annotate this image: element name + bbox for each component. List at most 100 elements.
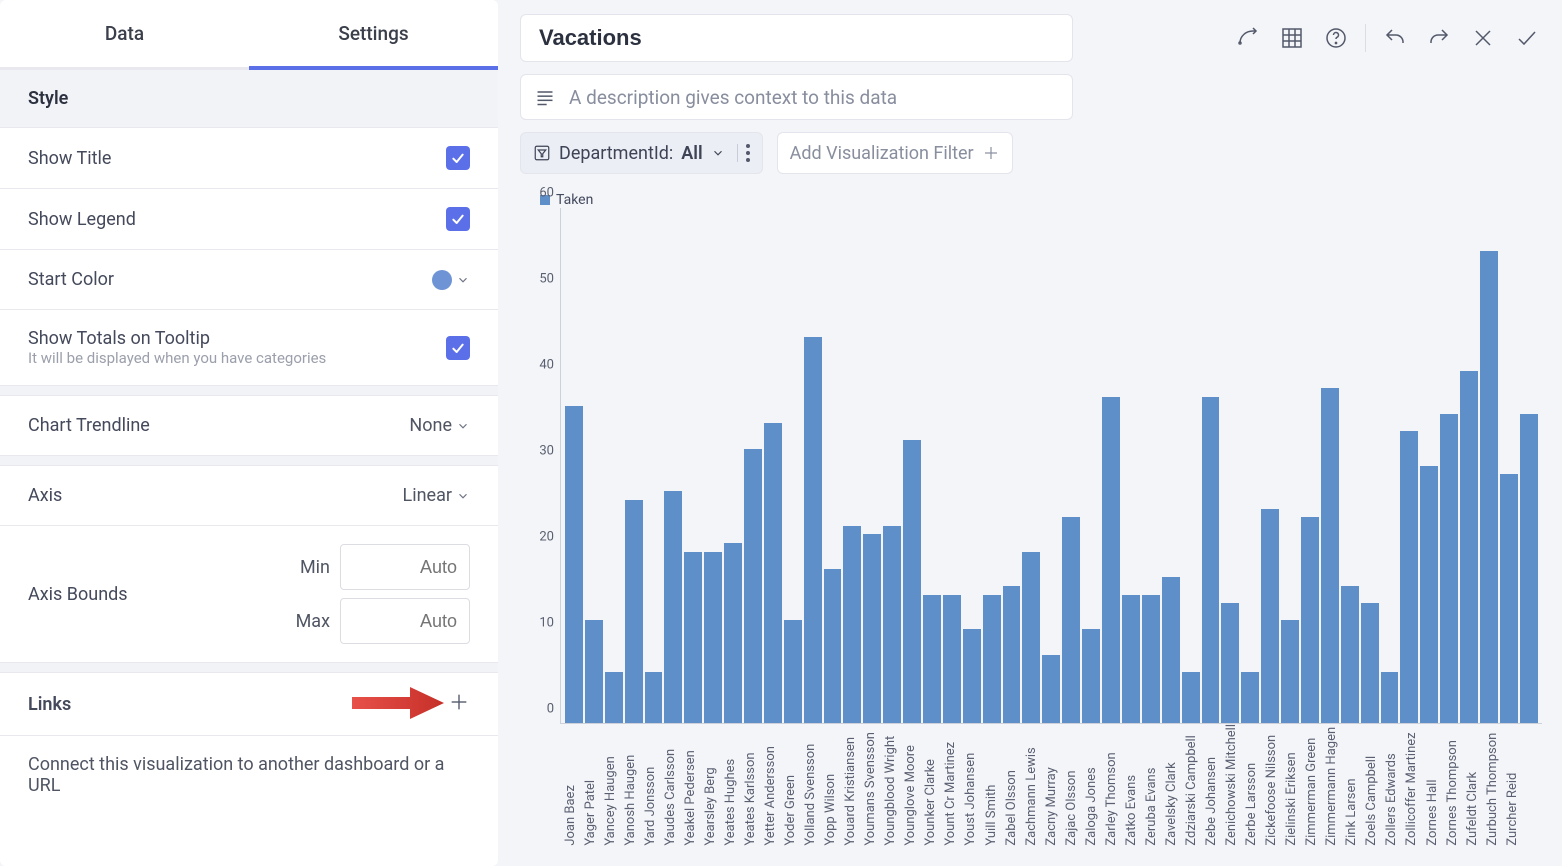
- title-input[interactable]: [520, 14, 1073, 62]
- bar[interactable]: [744, 449, 762, 724]
- filter-pill-department[interactable]: DepartmentId: All: [520, 132, 763, 174]
- x-tick-label: Youard Kristiansen: [843, 724, 858, 852]
- bar[interactable]: [1400, 431, 1418, 723]
- shape-icon[interactable]: [1233, 23, 1263, 53]
- bar[interactable]: [724, 543, 742, 723]
- bar[interactable]: [824, 569, 842, 724]
- more-icon[interactable]: [737, 144, 750, 162]
- plot-area: [560, 208, 1542, 724]
- bar[interactable]: [784, 620, 802, 723]
- settings-sidebar: Data Settings Style Show Title Show Lege…: [0, 0, 498, 866]
- bar[interactable]: [664, 491, 682, 723]
- section-links: Links: [28, 694, 71, 715]
- bar[interactable]: [764, 423, 782, 724]
- help-icon[interactable]: [1321, 23, 1351, 53]
- filter-icon: [533, 144, 551, 162]
- x-tick-label: Zachmann Lewis: [1024, 724, 1039, 852]
- tab-data[interactable]: Data: [0, 0, 249, 70]
- bar[interactable]: [565, 406, 583, 724]
- x-tick-label: Younker Clarke: [923, 724, 938, 852]
- links-help-text: Connect this visualization to another da…: [0, 735, 498, 814]
- bar[interactable]: [1003, 586, 1021, 723]
- x-tick-label: Zimmerman Green: [1304, 724, 1319, 852]
- bar[interactable]: [1440, 414, 1458, 723]
- bar[interactable]: [1142, 595, 1160, 724]
- x-tick-label: Zdziarski Campbell: [1184, 724, 1199, 852]
- min-input[interactable]: [340, 544, 470, 590]
- show-title-toggle[interactable]: [446, 146, 470, 170]
- bar[interactable]: [923, 595, 941, 724]
- x-tick-label: Zajac Olsson: [1064, 724, 1079, 852]
- x-tick-label: Zabel Olsson: [1004, 724, 1019, 852]
- bar[interactable]: [1062, 517, 1080, 723]
- bar[interactable]: [1042, 655, 1060, 724]
- redo-button[interactable]: [1424, 23, 1454, 53]
- x-tick-label: Zerbe Larsson: [1244, 724, 1259, 852]
- chevron-down-icon: [456, 489, 470, 503]
- tab-settings[interactable]: Settings: [249, 0, 498, 70]
- axis-dropdown[interactable]: Linear: [403, 485, 470, 506]
- x-tick-label: Zollers Edwards: [1384, 724, 1399, 852]
- x-tick-label: Youst Johansen: [963, 724, 978, 852]
- bar[interactable]: [1361, 603, 1379, 723]
- bar[interactable]: [804, 337, 822, 723]
- bar[interactable]: [1500, 474, 1518, 723]
- undo-button[interactable]: [1380, 23, 1410, 53]
- bar[interactable]: [1022, 552, 1040, 724]
- bar[interactable]: [1460, 371, 1478, 723]
- start-color-picker[interactable]: [432, 270, 470, 290]
- bar[interactable]: [1420, 466, 1438, 724]
- bar[interactable]: [684, 552, 702, 724]
- x-tick-label: Yeates Karlsson: [743, 724, 758, 852]
- x-tick-label: Zufeldt Clark: [1465, 724, 1480, 852]
- show-legend-toggle[interactable]: [446, 207, 470, 231]
- confirm-button[interactable]: [1512, 23, 1542, 53]
- x-tick-label: Yancey Haugen: [603, 724, 618, 852]
- bar[interactable]: [1241, 672, 1259, 724]
- bar[interactable]: [1261, 509, 1279, 724]
- bar[interactable]: [1182, 672, 1200, 724]
- bar[interactable]: [605, 672, 623, 724]
- bar[interactable]: [943, 595, 961, 724]
- close-button[interactable]: [1468, 23, 1498, 53]
- paragraph-icon: [535, 87, 555, 107]
- bar[interactable]: [1480, 251, 1498, 723]
- show-totals-toggle[interactable]: [446, 336, 470, 360]
- bar[interactable]: [1162, 577, 1180, 723]
- bar[interactable]: [843, 526, 861, 724]
- start-color-label: Start Color: [28, 269, 114, 290]
- bar[interactable]: [883, 526, 901, 724]
- grid-icon[interactable]: [1277, 23, 1307, 53]
- bar[interactable]: [1102, 397, 1120, 723]
- bar[interactable]: [1122, 595, 1140, 724]
- bar[interactable]: [1202, 397, 1220, 723]
- bar[interactable]: [963, 629, 981, 723]
- bar[interactable]: [1341, 586, 1359, 723]
- x-tick-label: Younglove Moore: [903, 724, 918, 852]
- bar[interactable]: [625, 500, 643, 723]
- max-input[interactable]: [340, 598, 470, 644]
- show-totals-sublabel: It will be displayed when you have categ…: [28, 349, 326, 367]
- bar[interactable]: [645, 672, 663, 724]
- bar[interactable]: [863, 534, 881, 723]
- x-tick-label: Youmans Svensson: [863, 724, 878, 852]
- bar[interactable]: [585, 620, 603, 723]
- bar[interactable]: [1321, 388, 1339, 723]
- bar[interactable]: [1281, 620, 1299, 723]
- bar[interactable]: [1381, 672, 1399, 724]
- chart-trendline-dropdown[interactable]: None: [409, 415, 470, 436]
- bar[interactable]: [704, 552, 722, 724]
- bar[interactable]: [1082, 629, 1100, 723]
- chevron-down-icon: [711, 146, 725, 160]
- bar[interactable]: [1221, 603, 1239, 723]
- description-input[interactable]: A description gives context to this data: [520, 74, 1073, 120]
- bar[interactable]: [983, 595, 1001, 724]
- bar[interactable]: [903, 440, 921, 723]
- add-link-button[interactable]: [448, 691, 470, 713]
- bar[interactable]: [1301, 517, 1319, 723]
- show-title-label: Show Title: [28, 148, 111, 169]
- add-filter-button[interactable]: Add Visualization Filter: [777, 132, 1013, 174]
- x-tick-label: Yearsley Berg: [703, 724, 718, 852]
- x-tick-label: Zacny Murray: [1044, 724, 1059, 852]
- bar[interactable]: [1520, 414, 1538, 723]
